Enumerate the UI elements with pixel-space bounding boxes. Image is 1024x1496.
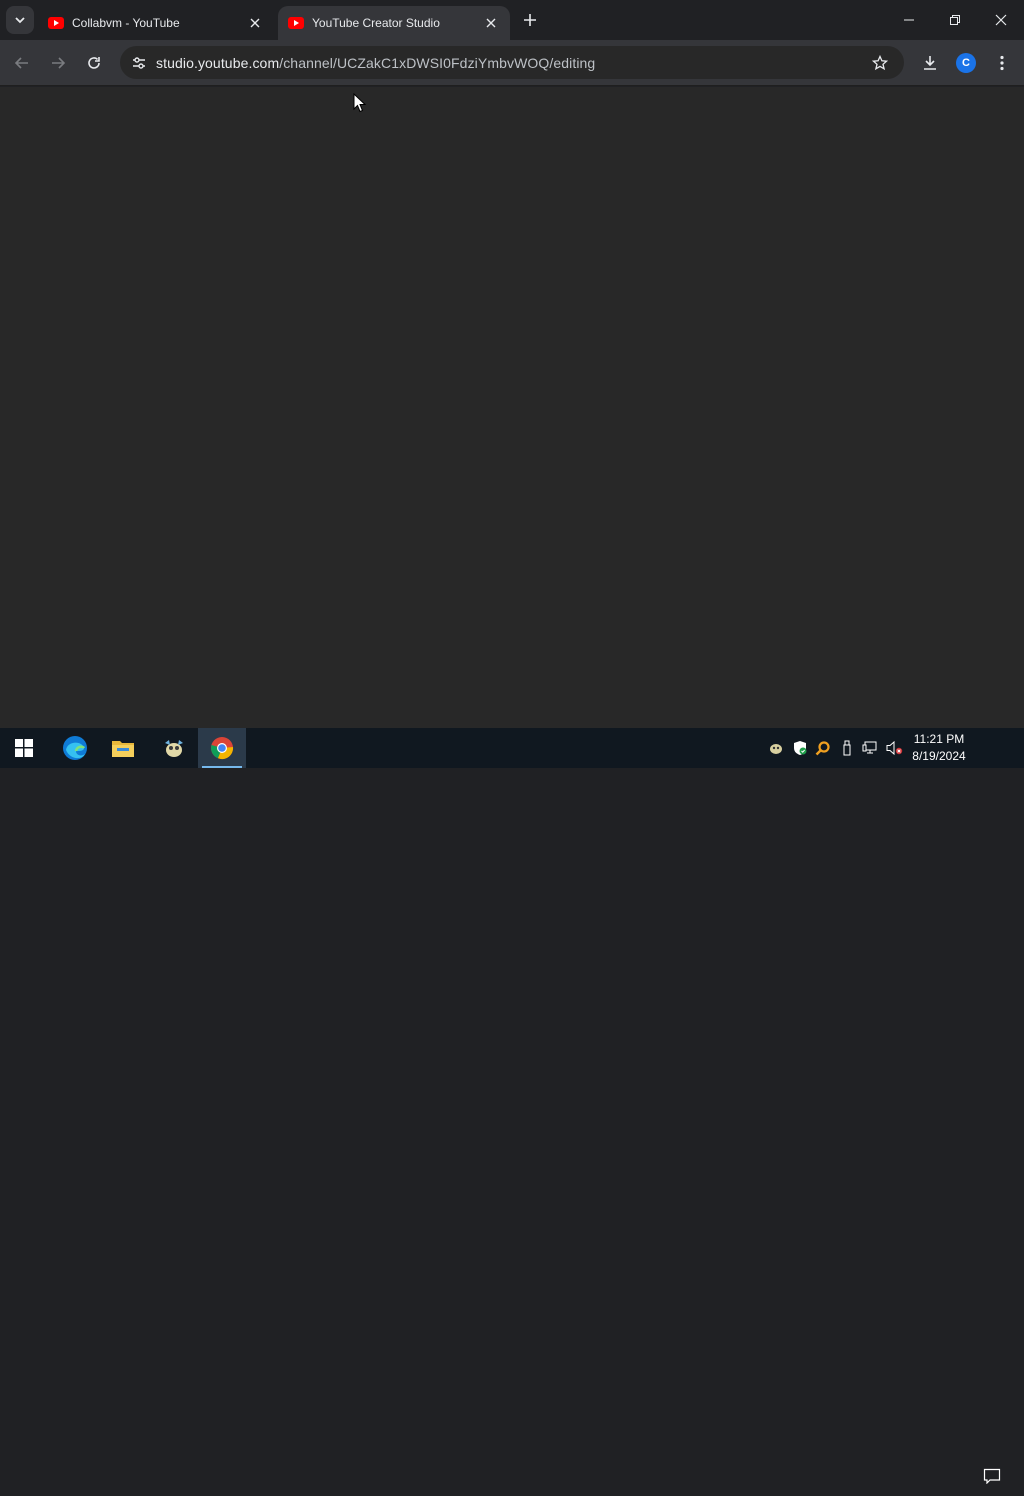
taskbar-app-mascot[interactable] (150, 728, 198, 768)
volume-muted-icon[interactable] (884, 738, 904, 758)
url-path: /channel/UCZakC1xDWSI0FdziYmbvWOQ/editin… (279, 54, 596, 71)
tray-app-icon[interactable] (766, 738, 786, 758)
new-tab-button[interactable] (518, 8, 542, 32)
taskbar-file-explorer[interactable] (99, 728, 147, 768)
close-tab-icon[interactable] (246, 14, 264, 32)
chrome-menu-button[interactable] (988, 49, 1016, 77)
mascot-app-icon (165, 740, 183, 757)
plus-icon (524, 14, 536, 26)
notification-icon (983, 1468, 1001, 1484)
forward-arrow-icon (52, 57, 66, 69)
mouse-cursor-icon (353, 93, 367, 113)
back-button[interactable] (8, 49, 36, 77)
close-icon (995, 14, 1007, 26)
notification-button[interactable] (980, 1456, 1004, 1496)
folder-icon (112, 741, 134, 757)
taskbar-chrome[interactable] (198, 728, 246, 768)
reload-button[interactable] (80, 49, 108, 77)
minimize-icon (904, 19, 914, 21)
tab-creator-studio[interactable]: YouTube Creator Studio (278, 6, 510, 40)
profile-avatar[interactable]: C (956, 53, 976, 73)
restore-icon (950, 15, 960, 25)
url-host: studio.youtube.com (156, 54, 280, 71)
edge-icon (63, 736, 87, 760)
address-bar[interactable]: studio.youtube.com/channel/UCZakC1xDWSI0… (120, 46, 904, 79)
youtube-icon (288, 15, 304, 31)
tab-collabvm[interactable]: Collabvm - YouTube (38, 6, 274, 40)
usb-device-icon[interactable] (837, 738, 857, 758)
tab-title: Collabvm - YouTube (72, 16, 180, 30)
tune-icon[interactable] (122, 46, 156, 79)
download-icon (924, 56, 936, 70)
tab-title: YouTube Creator Studio (312, 16, 440, 30)
youtube-icon (48, 15, 64, 31)
forward-button[interactable] (44, 49, 72, 77)
close-window-button[interactable] (978, 0, 1024, 40)
chevron-down-icon (15, 17, 25, 24)
star-icon[interactable] (870, 53, 890, 73)
taskbar-clock[interactable]: 11:21 PM 8/19/2024 (904, 731, 974, 765)
kebab-menu-icon (1000, 55, 1004, 71)
tab-strip: Collabvm - YouTube YouTube Creator Studi… (0, 0, 1024, 40)
chrome-icon (211, 737, 234, 760)
clock-time: 11:21 PM (913, 732, 965, 746)
browser-toolbar: studio.youtube.com/channel/UCZakC1xDWSI0… (0, 40, 1024, 86)
reload-icon (88, 57, 100, 69)
url-text: studio.youtube.com/channel/UCZakC1xDWSI0… (156, 55, 595, 71)
windows-logo-icon (15, 739, 33, 757)
start-button[interactable] (0, 728, 48, 768)
clock-date: 8/19/2024 (912, 749, 966, 763)
tab-search-button[interactable] (6, 6, 34, 34)
minimize-button[interactable] (886, 0, 932, 40)
restore-button[interactable] (932, 0, 978, 40)
security-shield-icon[interactable] (790, 738, 810, 758)
search-tool-icon[interactable] (813, 738, 833, 758)
page-content (0, 87, 1024, 728)
close-tab-icon[interactable] (482, 14, 500, 32)
back-arrow-icon (14, 57, 28, 69)
taskbar (0, 728, 1024, 1484)
network-icon[interactable] (860, 738, 880, 758)
taskbar-edge[interactable] (51, 728, 99, 768)
download-button[interactable] (916, 49, 944, 77)
